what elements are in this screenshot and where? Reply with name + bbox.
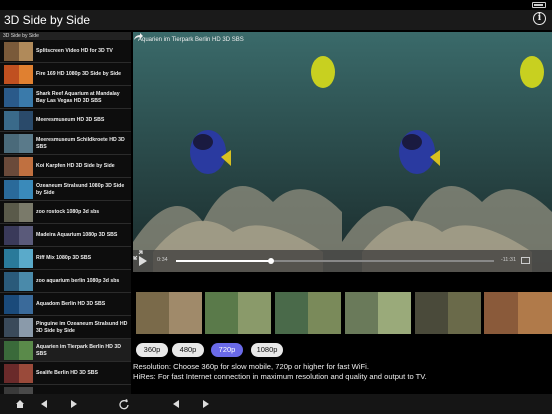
list-item[interactable]: Splitscreen Video HD for 3D TV bbox=[0, 40, 131, 63]
thumbnail-item[interactable] bbox=[415, 292, 481, 334]
list-item[interactable] bbox=[0, 385, 131, 394]
list-item-label: Meeresmuseum Schildkroete HD 3D SBS bbox=[36, 136, 125, 150]
resolution-button-480p[interactable]: 480p bbox=[172, 343, 204, 357]
reload-icon[interactable] bbox=[118, 398, 130, 410]
video-thumbnail bbox=[4, 318, 33, 337]
thumbnail-strip bbox=[133, 292, 552, 334]
home-icon[interactable] bbox=[14, 398, 26, 410]
video-title: Aquarien im Tierpark Berlin HD 3D SBS bbox=[138, 37, 244, 43]
video-thumbnail bbox=[4, 88, 33, 107]
list-item-label: Aquadom Berlin HD 3D SBS bbox=[36, 301, 106, 307]
list-item-label: zoo rostock 1080p 3d sbs bbox=[36, 209, 100, 215]
fullscreen-icon[interactable] bbox=[133, 250, 143, 260]
player-back-icon[interactable] bbox=[170, 398, 182, 410]
list-item[interactable]: Koi Karpfen HD 3D Side by Side bbox=[0, 155, 131, 178]
thumbnail-item[interactable] bbox=[275, 292, 341, 334]
video-thumbnail bbox=[4, 341, 33, 360]
list-header: 3D Side by Side bbox=[0, 32, 131, 40]
list-item-label: Madeira Aquarium 1080p 3D SBS bbox=[36, 232, 118, 238]
video-thumbnail bbox=[4, 249, 33, 268]
list-item-label: Shark Reef Aquarium at Mandalay Bay Las … bbox=[36, 90, 120, 104]
airplay-icon[interactable] bbox=[521, 257, 530, 264]
progress-fill bbox=[176, 260, 272, 262]
video-thumbnail bbox=[4, 387, 33, 394]
video-player[interactable]: Aquarien im Tierpark Berlin HD 3D SBS 0:… bbox=[133, 32, 552, 272]
list-item[interactable]: Aquadom Berlin HD 3D SBS bbox=[0, 293, 131, 316]
video-thumbnail bbox=[4, 65, 33, 84]
list-item[interactable]: Aquarien im Tierpark Berlin HD 3D SBS bbox=[0, 339, 131, 362]
thumbnail-item[interactable] bbox=[136, 292, 202, 334]
navigation-bar: 3D Side by Side i bbox=[0, 10, 552, 30]
list-item[interactable]: Riff Mix 1080p 3D SBS bbox=[0, 247, 131, 270]
resolution-selector: 360p 480p 720p 1080p bbox=[133, 343, 552, 358]
video-thumbnail bbox=[4, 134, 33, 153]
playback-controls: 0:34 -11:31 bbox=[133, 250, 552, 272]
video-frame bbox=[133, 32, 552, 272]
list-item[interactable]: Sealife Berlin HD 3D SBS bbox=[0, 362, 131, 385]
list-item-label: Ozeaneum Stralsund 1080p 3D Side by Side bbox=[36, 182, 125, 196]
time-remaining: -11:31 bbox=[500, 257, 516, 263]
video-thumbnail bbox=[4, 364, 33, 383]
status-bar bbox=[0, 0, 552, 10]
progress-knob[interactable] bbox=[268, 258, 275, 264]
resolution-button-1080p[interactable]: 1080p bbox=[251, 343, 283, 357]
list-item[interactable]: Meeresmuseum HD 3D SBS bbox=[0, 109, 131, 132]
list-item[interactable]: zoo rostock 1080p 3d sbs bbox=[0, 201, 131, 224]
battery-icon bbox=[532, 2, 546, 8]
list-item-label: Sealife Berlin HD 3D SBS bbox=[36, 370, 98, 376]
forward-icon[interactable] bbox=[68, 398, 80, 410]
resolution-info-line-1: Resolution: Choose 360p for slow mobile,… bbox=[133, 362, 369, 371]
resolution-info-line-2: HiRes: For fast Internet connection in m… bbox=[133, 372, 427, 381]
video-thumbnail bbox=[4, 180, 33, 199]
list-item-label: Splitscreen Video HD for 3D TV bbox=[36, 48, 113, 54]
list-item-label: Pinguine im Ozeaneum Stralsund HD 3D Sid… bbox=[36, 320, 128, 334]
share-icon[interactable] bbox=[133, 32, 144, 41]
resolution-button-720p[interactable]: 720p bbox=[211, 343, 243, 357]
bottom-toolbar bbox=[0, 394, 552, 414]
video-list: 3D Side by Side Splitscreen Video HD for… bbox=[0, 32, 131, 394]
thumbnail-item[interactable] bbox=[345, 292, 411, 334]
list-item-label: Meeresmuseum HD 3D SBS bbox=[36, 117, 105, 123]
video-thumbnail bbox=[4, 111, 33, 130]
video-thumbnail bbox=[4, 203, 33, 222]
list-item[interactable]: Pinguine im Ozeaneum Stralsund HD 3D Sid… bbox=[0, 316, 131, 339]
list-item-label: Riff Mix 1080p 3D SBS bbox=[36, 255, 92, 261]
thumbnail-item[interactable] bbox=[484, 292, 552, 334]
list-item-label: Aquarien im Tierpark Berlin HD 3D SBS bbox=[36, 343, 121, 357]
list-item[interactable]: Shark Reef Aquarium at Mandalay Bay Las … bbox=[0, 86, 131, 109]
back-icon[interactable] bbox=[38, 398, 50, 410]
resolution-button-360p[interactable]: 360p bbox=[136, 343, 168, 357]
list-item[interactable]: Madeira Aquarium 1080p 3D SBS bbox=[0, 224, 131, 247]
list-item[interactable]: zoo aquarium berlin 1080p 3d sbs bbox=[0, 270, 131, 293]
video-thumbnail bbox=[4, 226, 33, 245]
time-elapsed: 0:34 bbox=[157, 257, 168, 263]
list-item[interactable]: Meeresmuseum Schildkroete HD 3D SBS bbox=[0, 132, 131, 155]
list-item-label: Fire 169 HD 1080p 3D Side by Side bbox=[36, 71, 122, 77]
info-icon[interactable]: i bbox=[533, 12, 546, 25]
thumbnail-item[interactable] bbox=[205, 292, 271, 334]
list-item[interactable]: Fire 169 HD 1080p 3D Side by Side bbox=[0, 63, 131, 86]
resolution-info: Resolution: Choose 360p for slow mobile,… bbox=[133, 362, 552, 382]
list-item-label: zoo aquarium berlin 1080p 3d sbs bbox=[36, 278, 120, 284]
video-thumbnail bbox=[4, 42, 33, 61]
video-thumbnail bbox=[4, 272, 33, 291]
video-thumbnail bbox=[4, 295, 33, 314]
list-item-label bbox=[36, 387, 130, 394]
progress-slider[interactable] bbox=[176, 258, 494, 264]
video-thumbnail bbox=[4, 157, 33, 176]
list-items: Splitscreen Video HD for 3D TV Fire 169 H… bbox=[0, 40, 131, 394]
player-forward-icon[interactable] bbox=[200, 398, 212, 410]
app-title: 3D Side by Side bbox=[4, 13, 91, 27]
list-item[interactable]: Ozeaneum Stralsund 1080p 3D Side by Side bbox=[0, 178, 131, 201]
list-item-label: Koi Karpfen HD 3D Side by Side bbox=[36, 163, 115, 169]
